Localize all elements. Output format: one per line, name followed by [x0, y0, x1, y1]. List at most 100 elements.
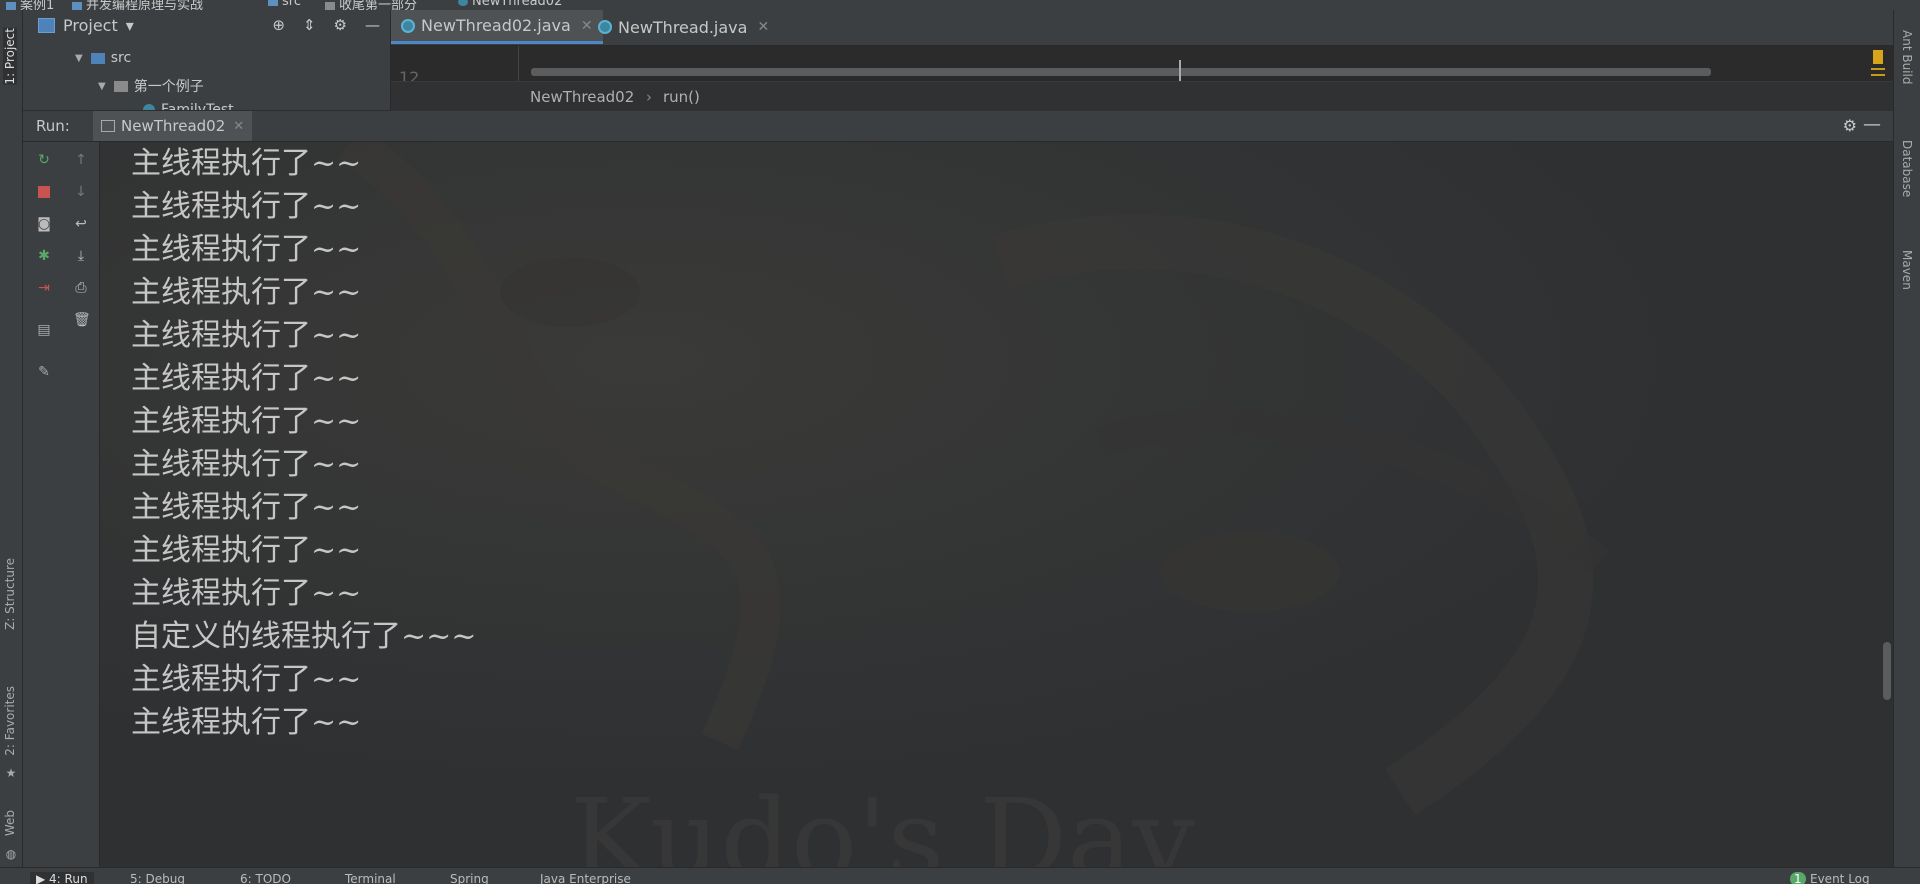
expand-arrow-icon[interactable]: ▼ — [98, 81, 106, 92]
console-output[interactable]: Kudo's Day 主线程执行了~~ 主线程执行了~~ 主线程执行了~~ 主线… — [100, 142, 1893, 867]
error-stripe-mark[interactable] — [1871, 74, 1885, 76]
event-log-tool-tab[interactable]: Event Log — [1810, 872, 1870, 884]
tab-newthread02[interactable]: NewThread02.java ✕ — [391, 10, 603, 44]
debug-icon[interactable]: ✱ — [36, 248, 52, 264]
structure-tool-button[interactable]: Z: Structure — [3, 558, 17, 630]
project-panel: Project ▾ ⊕ ⇕ ⚙ — ▼ src ▼ 第一个例子 FamilyTe… — [23, 10, 391, 110]
tab-newthread[interactable]: NewThread.java ✕ — [588, 10, 779, 44]
error-stripe-mark[interactable] — [1871, 68, 1885, 70]
run-tool-tab[interactable]: ▶ 4: Run — [30, 872, 94, 884]
right-tool-strip: Ant Build Database Maven — [1893, 10, 1920, 873]
tree-item-label: src — [110, 50, 132, 66]
console-line: 主线程执行了~~ — [131, 447, 362, 482]
run-toolbar: ↻ ◙ ✱ ⇥ ▤ ✎ ↑ ↓ ↩ ⤓ ⎙ 🗑 — [23, 142, 100, 867]
favorites-tool-button[interactable]: 2: Favorites — [3, 686, 17, 756]
breadcrumb-item[interactable]: 案例1 — [6, 0, 54, 10]
left-tool-strip: 1: Project Z: Structure 2: Favorites ★ W… — [0, 10, 23, 873]
gear-icon[interactable]: ⚙ — [334, 16, 347, 34]
console-line: 主线程执行了~~ — [131, 361, 362, 396]
console-line: 主线程执行了~~ — [131, 533, 362, 568]
chevron-right-icon: › — [646, 88, 652, 106]
run-config-icon — [101, 120, 115, 132]
breadcrumb-item[interactable]: 收尾第一部分 — [325, 0, 417, 10]
class-icon — [143, 104, 155, 110]
line-number: 12 — [399, 68, 420, 81]
close-icon[interactable]: ✕ — [757, 19, 769, 35]
console-line: 主线程执行了~~ — [131, 490, 362, 525]
project-icon — [38, 17, 55, 33]
bottom-tool-bar: ▶ 4: Run 5: Debug 6: TODO Terminal Sprin… — [0, 867, 1920, 884]
expand-arrow-icon[interactable]: ▼ — [75, 53, 83, 64]
print-icon[interactable]: ⎙ — [73, 280, 89, 296]
console-line: 主线程执行了~~ — [131, 662, 362, 697]
tree-item-class[interactable]: FamilyTest — [143, 102, 234, 110]
globe-icon: ◍ — [5, 847, 17, 861]
tree-item-label: FamilyTest — [161, 102, 234, 110]
console-line: 主线程执行了~~ — [131, 146, 362, 181]
stop-icon[interactable] — [36, 184, 52, 200]
module-icon — [6, 1, 16, 10]
package-icon — [325, 1, 335, 10]
exit-icon[interactable]: ⇥ — [36, 280, 52, 296]
event-count-badge: 1 — [1790, 872, 1806, 884]
rerun-icon[interactable]: ↻ — [36, 152, 52, 168]
text-caret — [1179, 60, 1181, 81]
locate-icon[interactable]: ⊕ — [272, 16, 285, 34]
scroll-to-end-icon[interactable]: ⤓ — [73, 248, 89, 264]
warning-marker-icon[interactable] — [1873, 50, 1883, 64]
watermark-text: Kudo's Day — [570, 775, 1195, 867]
editor-tab-bar: NewThread02.java ✕ NewThread.java ✕ — [391, 10, 1893, 46]
project-tool-button[interactable]: 1: Project — [3, 28, 17, 85]
minimize-icon[interactable]: — — [1863, 114, 1881, 135]
java-enterprise-tool-tab[interactable]: Java Enterprise — [540, 872, 631, 884]
editor-breadcrumb: NewThread02 › run() — [391, 81, 1893, 112]
ant-build-tool-button[interactable]: Ant Build — [1900, 30, 1914, 84]
terminal-tool-tab[interactable]: Terminal — [345, 872, 396, 884]
database-tool-button[interactable]: Database — [1900, 140, 1914, 197]
package-icon — [113, 80, 128, 92]
vertical-scrollbar[interactable] — [1883, 642, 1891, 700]
breadcrumb-item[interactable]: src — [268, 0, 301, 9]
console-line: 主线程执行了~~ — [131, 189, 362, 224]
breadcrumb-item[interactable]: NewThread02 — [458, 0, 562, 9]
run-config-tab[interactable]: NewThread02 ✕ — [93, 111, 253, 141]
tab-label: NewThread02.java — [421, 16, 571, 35]
minimize-icon[interactable]: — — [365, 16, 380, 34]
camera-icon[interactable]: ◙ — [36, 216, 52, 232]
project-view-selector[interactable]: Project — [63, 16, 118, 35]
run-tool-window-header: Run: NewThread02 ✕ ⚙ — — [23, 111, 1893, 142]
chevron-down-icon[interactable]: ▾ — [126, 16, 134, 35]
debug-tool-tab[interactable]: 5: Debug — [130, 872, 185, 884]
play-icon: ▶ — [36, 872, 50, 884]
gutter-divider — [518, 46, 519, 81]
project-toolbar: ⊕ ⇕ ⚙ — — [272, 16, 380, 34]
trash-icon[interactable]: 🗑 — [73, 312, 91, 328]
module-icon — [72, 1, 82, 10]
spring-tool-tab[interactable]: Spring — [450, 872, 489, 884]
code-editor[interactable]: 12 — [391, 46, 1893, 81]
console-line: 主线程执行了~~ — [131, 275, 362, 310]
up-arrow-icon[interactable]: ↑ — [73, 152, 89, 168]
class-icon — [458, 0, 468, 6]
down-arrow-icon[interactable]: ↓ — [73, 184, 89, 200]
folder-icon — [90, 52, 105, 64]
layout-icon[interactable]: ▤ — [36, 322, 52, 338]
web-tool-button[interactable]: Web — [3, 810, 17, 836]
console-line: 主线程执行了~~ — [131, 318, 362, 353]
close-icon[interactable]: ✕ — [233, 119, 244, 134]
breadcrumb-item[interactable]: 并发编程原理与实战 — [72, 0, 203, 10]
collapse-icon[interactable]: ⇕ — [303, 16, 316, 34]
tree-item-src[interactable]: ▼ src — [75, 50, 131, 66]
tree-item-package[interactable]: ▼ 第一个例子 — [98, 76, 204, 96]
breadcrumb-method[interactable]: run() — [663, 88, 700, 106]
tree-item-label: 第一个例子 — [133, 79, 204, 95]
run-tab-label: NewThread02 — [121, 117, 226, 135]
gear-icon[interactable]: ⚙ — [1843, 116, 1857, 135]
console-line: 自定义的线程执行了~~~ — [131, 619, 477, 654]
maven-tool-button[interactable]: Maven — [1900, 250, 1914, 290]
todo-tool-tab[interactable]: 6: TODO — [240, 872, 291, 884]
pin-icon[interactable]: ✎ — [36, 364, 52, 380]
soft-wrap-icon[interactable]: ↩ — [73, 216, 89, 232]
horizontal-scrollbar[interactable] — [531, 68, 1711, 76]
breadcrumb-class[interactable]: NewThread02 — [530, 88, 634, 106]
